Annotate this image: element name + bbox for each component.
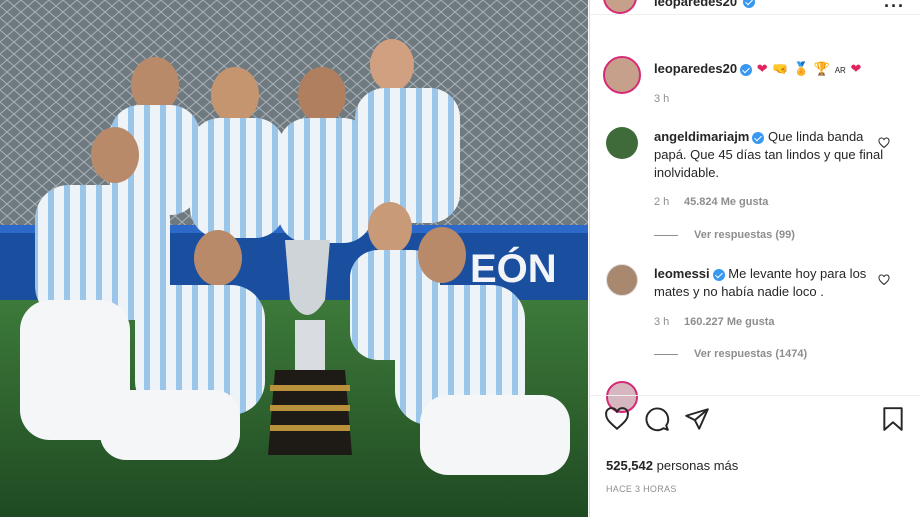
comment-like-heart-icon[interactable] (878, 274, 890, 286)
verified-icon (752, 131, 765, 144)
post-actions: 525,542 personas más HACE 3 HORAS (590, 395, 920, 518)
post-caption: leoparedes20 ❤ 🤜 🏅 🏆 AR ❤ (654, 61, 861, 77)
post-sidebar: leoparedes20 ··· leoparedes20 ❤ 🤜 🏅 🏆 AR… (589, 0, 920, 517)
replies-divider (654, 234, 678, 236)
caption-emoji-2: 🤜 (772, 61, 789, 76)
share-icon[interactable] (684, 406, 710, 432)
verified-icon (712, 268, 725, 281)
comment-time: 2 h (654, 196, 670, 208)
comment-likes[interactable]: 45.824 Me gusta (684, 196, 768, 208)
banner-text: EÓN (470, 245, 557, 291)
comment-like-heart-icon[interactable] (878, 137, 890, 149)
author-avatar[interactable] (603, 56, 641, 94)
view-replies-button[interactable]: Ver respuestas (1474) (654, 348, 807, 360)
author-username-header[interactable]: leoparedes20 (654, 0, 737, 9)
bookmark-icon[interactable] (880, 406, 906, 432)
caption-emoji-4: 🏆 (813, 61, 831, 76)
likes-number: 525,542 (606, 458, 653, 473)
likes-suffix: personas más (656, 458, 739, 473)
more-options-icon[interactable]: ··· (884, 0, 905, 17)
post-timestamp: HACE 3 HORAS (606, 484, 677, 494)
heart-icon[interactable] (604, 406, 630, 432)
commenter-avatar[interactable] (606, 264, 638, 296)
comment-username[interactable]: angeldimariajm (654, 129, 749, 144)
caption-emoji-3: 🏅 (793, 61, 810, 76)
replies-divider (654, 353, 678, 355)
likes-count[interactable]: 525,542 personas más (606, 458, 738, 473)
author-avatar-header[interactable] (603, 0, 637, 14)
caption-time: 3 h (654, 93, 670, 105)
post-header: leoparedes20 ··· (590, 0, 920, 17)
comment-likes[interactable]: 160.227 Me gusta (684, 316, 775, 328)
comment-username[interactable]: leomessi (654, 266, 710, 281)
commenter-avatar[interactable] (606, 127, 638, 159)
caption-emoji-6: ❤ (850, 61, 862, 76)
view-replies-button[interactable]: Ver respuestas (99) (654, 229, 795, 241)
caption-username[interactable]: leoparedes20 (654, 61, 737, 76)
view-replies-label: Ver respuestas (99) (694, 229, 795, 241)
view-replies-label: Ver respuestas (1474) (694, 348, 808, 360)
team-celebration-image: EÓN (0, 0, 588, 517)
comment: angeldimariajm Que linda banda papá. Que… (654, 128, 884, 182)
comment-time: 3 h (654, 316, 670, 328)
caption-emoji-5: AR (834, 66, 846, 75)
comment-icon[interactable] (644, 406, 670, 432)
caption-emoji-1: ❤ (756, 61, 768, 76)
verified-icon (740, 63, 753, 76)
verified-icon (743, 0, 755, 8)
comment: leomessi Me levante hoy para los mates y… (654, 265, 884, 301)
post-photo[interactable]: EÓN (0, 0, 588, 517)
